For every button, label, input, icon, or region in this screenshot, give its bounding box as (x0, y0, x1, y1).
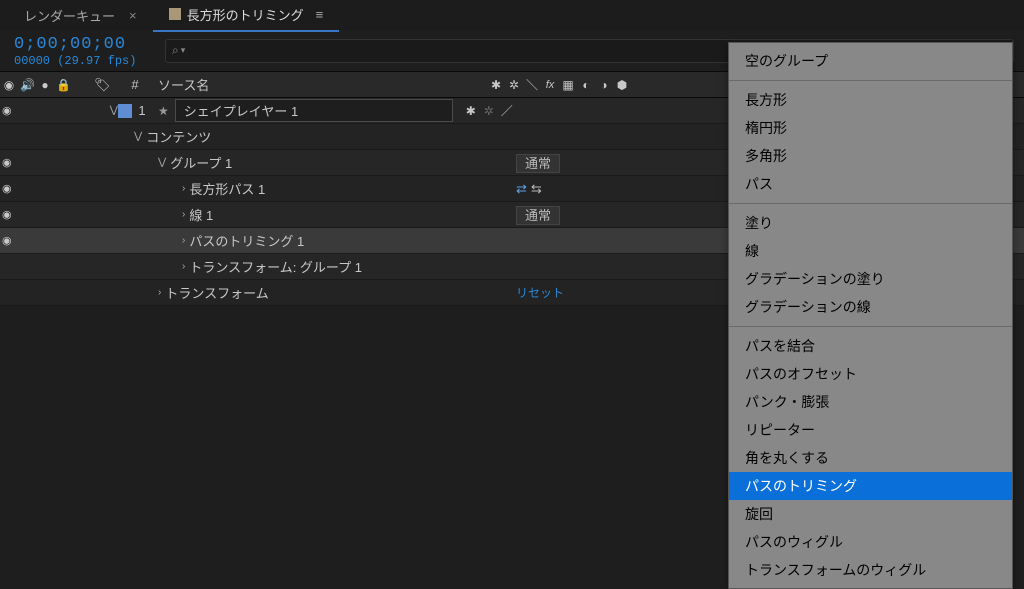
menu-item-twist[interactable]: 旋回 (729, 500, 1012, 528)
quality-icon[interactable]: ＼ (524, 76, 540, 93)
search-icon: ⌕ (172, 43, 179, 58)
3d-icon[interactable]: ⬢ (614, 78, 630, 92)
menu-item-wiggle-transform[interactable]: トランスフォームのウィグル (729, 556, 1012, 584)
twirl-down-icon[interactable]: ⋁ (110, 105, 118, 116)
visibility-toggle[interactable]: ◉ (2, 182, 16, 195)
menu-separator (729, 203, 1012, 204)
twirl-right-icon[interactable]: › (182, 235, 185, 246)
collapse-icon[interactable]: ✲ (506, 78, 522, 92)
menu-item-rectangle[interactable]: 長方形 (729, 86, 1012, 114)
reset-link[interactable]: リセット (516, 286, 564, 300)
timecode-value: 0;00;00;00 (14, 35, 165, 54)
tab-render-queue[interactable]: レンダーキュー × (8, 0, 153, 31)
blend-mode[interactable]: 通常 (516, 206, 560, 225)
av-feature-columns: ◉ 🔊 ● 🔒 (0, 78, 94, 92)
twirl-right-icon[interactable]: › (158, 287, 161, 298)
blend-mode[interactable]: 通常 (516, 154, 560, 173)
stroke-label: 線 1 (189, 205, 213, 224)
collapse-switch[interactable]: ✲ (481, 104, 497, 118)
menu-item-round-corners[interactable]: 角を丸くする (729, 444, 1012, 472)
timecode-box[interactable]: 0;00;00;00 00000 (29.97 fps) (0, 33, 165, 68)
switches-columns: ✱ ✲ ＼ fx ▦ ◐ ◑ ⬢ (484, 76, 652, 93)
visibility-toggle[interactable]: ◉ (2, 104, 16, 117)
visibility-toggle[interactable]: ◉ (2, 156, 16, 169)
group-label: グループ 1 (170, 153, 232, 172)
shy-icon[interactable]: ✱ (488, 78, 504, 92)
menu-item-wiggle-paths[interactable]: パスのウィグル (729, 528, 1012, 556)
menu-item-pucker-bloat[interactable]: パンク・膨張 (729, 388, 1012, 416)
visibility-icon[interactable]: ◉ (2, 78, 16, 92)
label-color[interactable] (118, 104, 132, 118)
menu-item-stroke[interactable]: 線 (729, 237, 1012, 265)
adjustment-icon[interactable]: ◑ (596, 78, 612, 92)
contents-label: コンテンツ (146, 127, 211, 146)
menu-item-merge-paths[interactable]: パスを結合 (729, 332, 1012, 360)
transform-group-label: トランスフォーム: グループ 1 (189, 257, 362, 276)
menu-item-repeater[interactable]: リピーター (729, 416, 1012, 444)
visibility-toggle[interactable]: ◉ (2, 208, 16, 221)
twirl-down-icon[interactable]: ⋁ (134, 131, 142, 142)
twirl-right-icon[interactable]: › (182, 209, 185, 220)
layer-index: 1 (132, 103, 152, 118)
fx-icon[interactable]: fx (542, 79, 558, 91)
shape-layer-icon: ★ (158, 104, 169, 118)
source-name-column[interactable]: ソース名 (152, 75, 484, 94)
tab-label: レンダーキュー (24, 6, 115, 25)
menu-item-polygon[interactable]: 多角形 (729, 142, 1012, 170)
tab-label: 長方形のトリミング (187, 5, 304, 24)
path-direction-icon[interactable]: ⇆ (531, 181, 542, 197)
twirl-right-icon[interactable]: › (182, 261, 185, 272)
lock-icon[interactable]: 🔒 (56, 78, 70, 92)
trim-label: パスのトリミング 1 (189, 231, 304, 250)
menu-item-trim-paths[interactable]: パスのトリミング (729, 472, 1012, 500)
comp-icon (169, 8, 181, 20)
rect-path-label: 長方形パス 1 (189, 179, 265, 198)
add-context-menu: 空のグループ 長方形 楕円形 多角形 パス 塗り 線 グラデーションの塗り グラ… (728, 42, 1013, 589)
visibility-toggle[interactable]: ◉ (2, 234, 16, 247)
menu-item-fill[interactable]: 塗り (729, 209, 1012, 237)
menu-separator (729, 80, 1012, 81)
twirl-right-icon[interactable]: › (182, 183, 185, 194)
twirl-down-icon[interactable]: ⋁ (158, 157, 166, 168)
label-icon[interactable]: 🏷 (94, 77, 118, 93)
index-column: # (118, 77, 152, 92)
shy-switch[interactable]: ✱ (463, 104, 479, 118)
menu-item-empty-group[interactable]: 空のグループ (729, 47, 1012, 75)
transform-label: トランスフォーム (165, 283, 268, 302)
timecode-frames: 00000 (29.97 fps) (14, 54, 165, 68)
layer-name[interactable]: シェイプレイヤー 1 (175, 99, 453, 122)
quality-switch[interactable]: ／ (499, 102, 515, 119)
comp-tabs: レンダーキュー × 長方形のトリミング ≡ (0, 0, 1024, 30)
frame-blend-icon[interactable]: ▦ (560, 78, 576, 92)
menu-separator (729, 326, 1012, 327)
close-icon[interactable]: × (129, 8, 137, 23)
search-dropdown-icon[interactable]: ▾ (181, 45, 186, 56)
solo-icon[interactable]: ● (38, 78, 52, 92)
panel-menu-icon[interactable]: ≡ (316, 7, 324, 22)
path-direction-icon[interactable]: ⇄ (516, 181, 527, 197)
menu-item-ellipse[interactable]: 楕円形 (729, 114, 1012, 142)
menu-item-path[interactable]: パス (729, 170, 1012, 198)
motion-blur-icon[interactable]: ◐ (578, 78, 594, 92)
menu-item-offset-paths[interactable]: パスのオフセット (729, 360, 1012, 388)
audio-icon[interactable]: 🔊 (20, 78, 34, 92)
menu-item-gradient-stroke[interactable]: グラデーションの線 (729, 293, 1012, 321)
tab-active-comp[interactable]: 長方形のトリミング ≡ (153, 0, 340, 32)
menu-item-gradient-fill[interactable]: グラデーションの塗り (729, 265, 1012, 293)
